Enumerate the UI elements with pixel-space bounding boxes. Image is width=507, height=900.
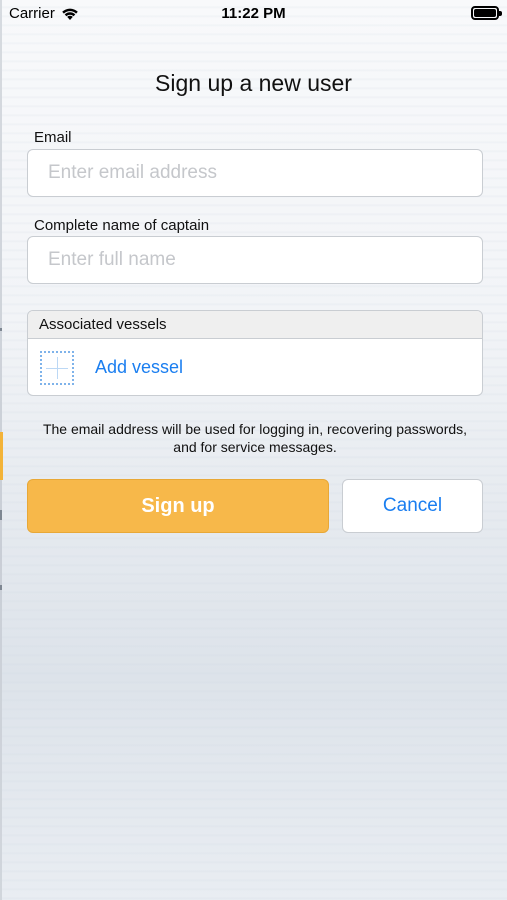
edge-accent [0, 432, 3, 480]
battery-icon [471, 6, 502, 20]
associated-vessels-header: Associated vessels [28, 311, 482, 339]
previous-screen-edge [0, 0, 3, 900]
add-icon [40, 351, 74, 385]
captain-name-field-box[interactable] [27, 236, 483, 284]
page-title: Sign up a new user [155, 70, 352, 96]
status-bar: Carrier 11:22 PM [0, 0, 507, 28]
email-field[interactable] [28, 150, 482, 196]
add-vessel-label: Add vessel [95, 357, 184, 377]
edge-mark [0, 328, 2, 331]
edge-mark [0, 510, 2, 520]
associated-vessels-card: Associated vessels Add vessel [27, 310, 483, 396]
email-field-box[interactable] [27, 149, 483, 197]
edge-mark [0, 585, 2, 590]
sign-up-button[interactable]: Sign up [27, 479, 329, 533]
captain-name-label: Complete name of captain [34, 217, 210, 234]
status-time: 11:22 PM [221, 5, 286, 22]
battery-fill [474, 9, 496, 17]
battery-cap [499, 11, 502, 16]
captain-name-field[interactable] [28, 237, 482, 283]
cancel-button[interactable]: Cancel [342, 479, 483, 533]
email-usage-info: The email address will be used for loggi… [42, 421, 468, 455]
email-label: Email [34, 129, 72, 146]
add-vessel-button[interactable]: Add vessel [28, 339, 482, 395]
